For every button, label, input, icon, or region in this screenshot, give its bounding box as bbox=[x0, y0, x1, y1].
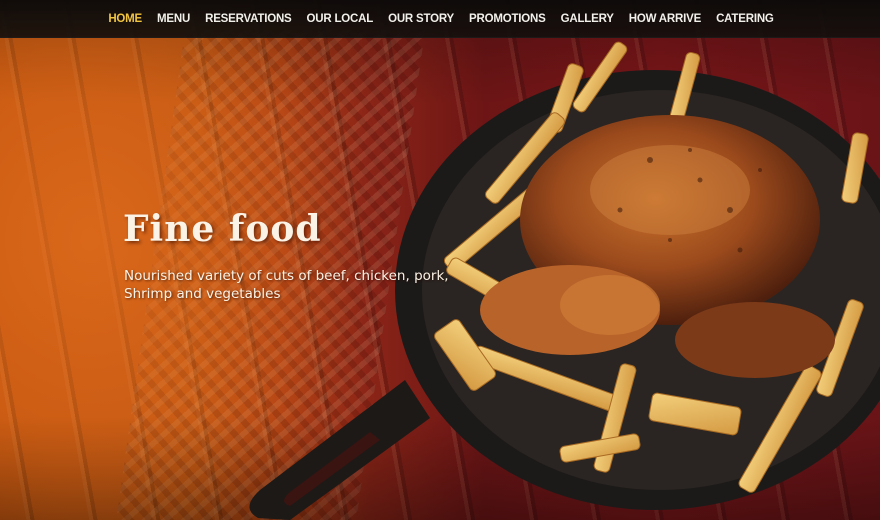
nav-item-our-story[interactable]: OUR STORY bbox=[388, 13, 454, 25]
skillet-handle bbox=[249, 380, 430, 520]
nav-item-our-local[interactable]: OUR LOCAL bbox=[307, 13, 374, 25]
nav-item-gallery[interactable]: GALLERY bbox=[561, 13, 614, 25]
main-nav: HOME MENU RESERVATIONS OUR LOCAL OUR STO… bbox=[0, 0, 880, 38]
hero-subtitle: Nourished variety of cuts of beef, chick… bbox=[124, 268, 449, 302]
nav-item-menu[interactable]: MENU bbox=[157, 13, 190, 25]
nav-item-catering[interactable]: CATERING bbox=[716, 13, 774, 25]
nav-item-promotions[interactable]: PROMOTIONS bbox=[469, 13, 546, 25]
top-navigation-bar: HOME MENU RESERVATIONS OUR LOCAL OUR STO… bbox=[0, 0, 880, 38]
hero-banner: Fine food Nourished variety of cuts of b… bbox=[0, 0, 880, 520]
nav-item-reservations[interactable]: RESERVATIONS bbox=[205, 13, 292, 25]
nav-item-how-arrive[interactable]: HOW ARRIVE bbox=[629, 13, 702, 25]
nav-item-home[interactable]: HOME bbox=[108, 13, 142, 25]
hero-title: Fine food bbox=[123, 208, 322, 250]
